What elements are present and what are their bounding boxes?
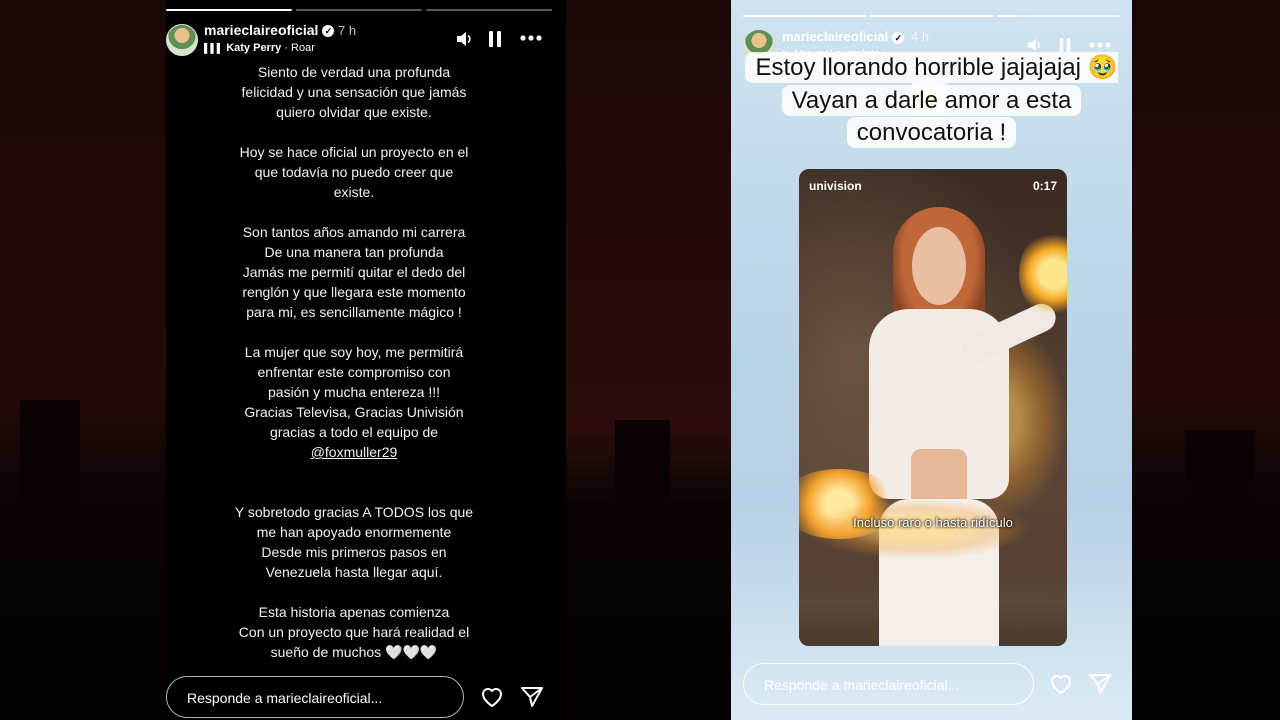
paragraph: Esta historia apenas comienza Con un pro… bbox=[216, 602, 492, 662]
music-separator: · bbox=[284, 42, 288, 54]
paragraph: Siento de verdad una profunda felicidad … bbox=[216, 62, 492, 122]
send-icon[interactable] bbox=[1088, 673, 1112, 695]
progress-fill bbox=[743, 15, 866, 17]
progress-segment bbox=[997, 15, 1120, 17]
story-left[interactable]: marieclaireoficial ✓ 7 h ▌▌▌ Katy Perry ·… bbox=[166, 0, 566, 720]
speaker-icon[interactable] bbox=[455, 30, 473, 48]
music-info[interactable]: ▌▌▌ Katy Perry · Roar bbox=[204, 42, 315, 54]
skyline-shape bbox=[1185, 430, 1255, 500]
paragraph: Son tantos años amando mi carrera De una… bbox=[216, 222, 492, 322]
progress-fill bbox=[166, 9, 292, 11]
more-dots-icon[interactable] bbox=[520, 34, 542, 42]
text-line: Jamás me permití quitar el dedo del bbox=[242, 264, 466, 280]
story-time: 7 h bbox=[338, 23, 357, 38]
text-line: quiero olvidar que existe. bbox=[276, 104, 432, 120]
video-card[interactable]: univision 0:17 Incluso raro o hasta ridí… bbox=[799, 169, 1067, 646]
text-line: que todavía no puedo creer que bbox=[254, 164, 454, 180]
paragraph: Y sobretodo gracias A TODOS los que me h… bbox=[216, 502, 492, 582]
text-line: renglón y que llegara este momento bbox=[242, 284, 466, 300]
woman-face bbox=[912, 227, 966, 305]
heart-icon[interactable] bbox=[1049, 673, 1073, 695]
paragraph: Hoy se hace oficial un proyecto en el qu… bbox=[216, 142, 492, 202]
text-line: gracias a todo el equipo de bbox=[269, 424, 439, 440]
music-song: Roar bbox=[291, 42, 315, 54]
story-username[interactable]: marieclaireoficial ✓ bbox=[204, 22, 335, 38]
username-text: marieclaireoficial bbox=[782, 29, 889, 44]
caption-line: convocatoria ! bbox=[731, 117, 1132, 148]
caption-line: Vayan a darle amor a esta bbox=[731, 85, 1132, 116]
skyline-shape bbox=[20, 400, 80, 500]
verified-badge-icon: ✓ bbox=[892, 31, 905, 44]
text-line: existe. bbox=[333, 184, 375, 200]
send-icon[interactable] bbox=[520, 686, 544, 708]
text-line: Son tantos años amando mi carrera bbox=[242, 224, 466, 240]
avatar[interactable] bbox=[166, 24, 198, 56]
text-line: De una manera tan profunda bbox=[264, 244, 444, 260]
text-line: Desde mis primeros pasos en bbox=[261, 544, 447, 560]
progress-segment bbox=[166, 9, 292, 11]
reply-input[interactable]: Responde a marieclaireoficial... bbox=[166, 676, 464, 718]
story-right[interactable]: marieclaireoficial✓ 4 h ▶ Ver reel compl… bbox=[731, 0, 1132, 720]
caption-text: Vayan a darle amor a esta bbox=[781, 85, 1082, 116]
text-line: pasión y mucha entereza !!! bbox=[268, 384, 440, 400]
text-line: enfrentar este compromiso con bbox=[257, 364, 451, 380]
progress-fill bbox=[997, 15, 1016, 17]
text-line: Esta historia apenas comienza bbox=[258, 604, 450, 620]
background-right bbox=[1132, 0, 1280, 720]
music-artist: Katy Perry bbox=[226, 42, 282, 54]
story-text: Siento de verdad una profunda felicidad … bbox=[216, 62, 492, 682]
reply-input[interactable]: Responde a marieclaireoficial... bbox=[743, 663, 1034, 705]
mention-link[interactable]: @foxmuller29 bbox=[311, 444, 398, 460]
text-line: Hoy se hace oficial un proyecto en el bbox=[239, 144, 469, 160]
pause-icon[interactable] bbox=[487, 30, 503, 48]
progress-segment bbox=[870, 15, 993, 17]
music-bars-icon: ▌▌▌ bbox=[204, 43, 224, 53]
story-time: 4 h bbox=[911, 29, 930, 44]
video-brand: univision bbox=[809, 179, 862, 193]
progress-segment bbox=[743, 15, 866, 17]
text-line: Venezuela hasta llegar aquí. bbox=[265, 564, 443, 580]
background-left bbox=[0, 0, 166, 720]
text-line: para mi, es sencillamente mágico ! bbox=[246, 304, 462, 320]
background-middle bbox=[566, 0, 731, 720]
story-progress bbox=[743, 15, 1120, 17]
text-line: felicidad y una sensación que jamás bbox=[241, 84, 467, 100]
text-line: La mujer que soy hoy, me permitirá bbox=[244, 344, 464, 360]
heart-icon[interactable] bbox=[480, 686, 504, 708]
pause-icon[interactable] bbox=[1058, 37, 1072, 53]
story-progress bbox=[166, 9, 552, 11]
story-username[interactable]: marieclaireoficial ✓ bbox=[782, 29, 905, 44]
more-dots-icon[interactable] bbox=[1089, 41, 1111, 49]
verified-badge-icon: ✓ bbox=[322, 25, 335, 38]
paragraph: La mujer que soy hoy, me permitirá enfre… bbox=[216, 342, 492, 462]
text-line: Con un proyecto que hará realidad el bbox=[238, 624, 470, 640]
text-line: sueño de muchos 🤍🤍🤍 bbox=[270, 644, 438, 660]
video-subtitle: Incluso raro o hasta ridículo bbox=[853, 515, 1013, 530]
video-duration: 0:17 bbox=[1032, 179, 1057, 193]
text-line: Gracias Televisa, Gracias Univisión bbox=[244, 404, 464, 420]
username-text: marieclaireoficial bbox=[204, 22, 319, 38]
text-line: Y sobretodo gracias A TODOS los que bbox=[234, 504, 474, 520]
text-line: Siento de verdad una profunda bbox=[257, 64, 451, 80]
speaker-icon[interactable] bbox=[1025, 37, 1043, 53]
progress-segment bbox=[296, 9, 422, 11]
text-line: me han apoyado enormemente bbox=[256, 524, 452, 540]
skyline-shape bbox=[615, 420, 670, 500]
progress-fill bbox=[870, 15, 993, 17]
progress-segment bbox=[426, 9, 552, 11]
caption-text: convocatoria ! bbox=[846, 117, 1017, 148]
